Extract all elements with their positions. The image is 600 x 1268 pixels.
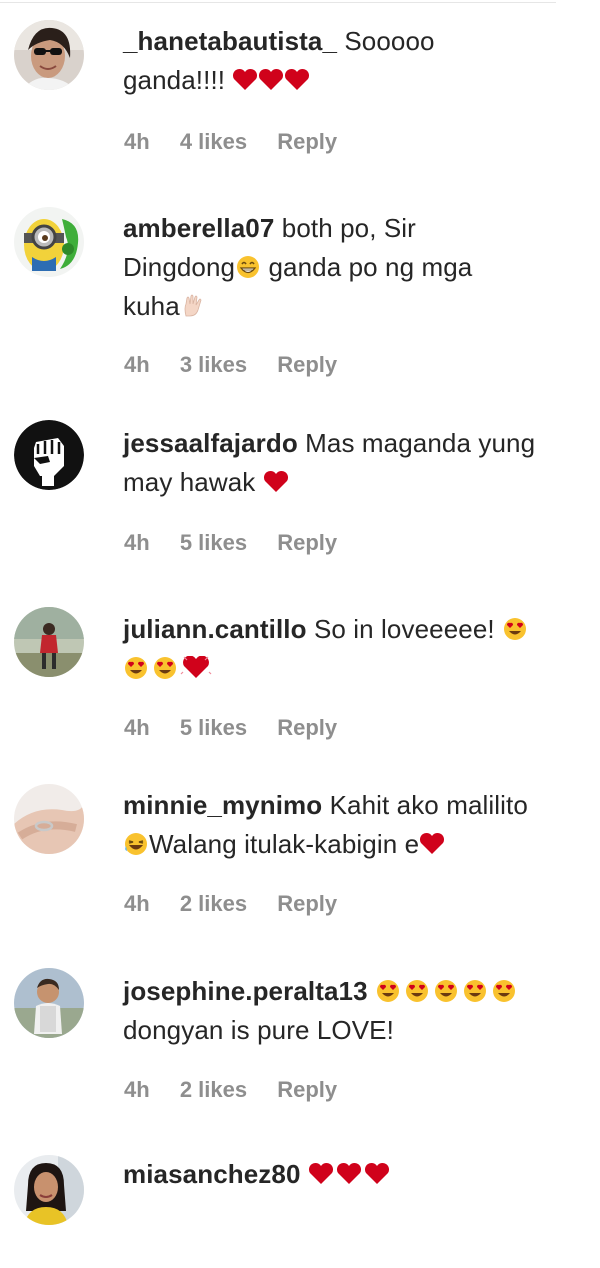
comment-text: juliann.cantillo So in loveeeee! (123, 610, 583, 688)
comment-body: both po, Sir (281, 213, 416, 243)
grinning-emoji-icon (235, 252, 261, 282)
reply-button[interactable]: Reply (277, 1077, 337, 1102)
comment-likes[interactable]: 3 likes (180, 352, 247, 377)
avatar[interactable] (14, 207, 84, 277)
comment-likes[interactable]: 5 likes (180, 530, 247, 555)
comment-body-line2: ganda!!!! (123, 65, 226, 95)
comment-time: 4h (124, 530, 150, 555)
avatar[interactable] (14, 1155, 84, 1225)
heart-eyes-emoji-icon (502, 614, 528, 644)
comment-meta: 4h 3 likes Reply (124, 350, 361, 380)
heart-emoji-icon (232, 65, 310, 95)
divider (0, 2, 556, 3)
comment-text: amberella07 both po, Sir Dingdong ganda … (123, 209, 583, 326)
comment-body: Sooooo (344, 26, 435, 56)
reply-button[interactable]: Reply (277, 891, 337, 916)
avatar[interactable] (14, 968, 84, 1038)
heart-eyes-emoji-icon (123, 653, 213, 683)
comment-username[interactable]: miasanchez80 (123, 1159, 301, 1189)
comment-likes[interactable]: 2 likes (180, 1077, 247, 1102)
laughing-emoji-icon (123, 829, 149, 859)
comment-text: jessaalfajardo Mas maganda yung may hawa… (123, 424, 583, 502)
comment-meta: 4h 5 likes Reply (124, 528, 361, 558)
avatar[interactable] (14, 420, 84, 490)
comment-body-line2: Dingdong (123, 252, 236, 282)
avatar[interactable] (14, 20, 84, 90)
comment-body: So in loveeeee! (313, 614, 495, 644)
comment-time: 4h (124, 352, 150, 377)
comment-likes[interactable]: 4 likes (180, 129, 247, 154)
comment-body-line2: may hawak (123, 467, 256, 497)
comment-time: 4h (124, 1077, 150, 1102)
comment-username[interactable]: jessaalfajardo (123, 428, 298, 458)
comment-meta: 4h 5 likes Reply (124, 713, 361, 743)
comment-time: 4h (124, 715, 150, 740)
comment-text: minnie_mynimo Kahit ako malilito Walang … (123, 786, 583, 864)
comment-username[interactable]: amberella07 (123, 213, 274, 243)
comment-likes[interactable]: 5 likes (180, 715, 247, 740)
comment-text: _hanetabautista_ Sooooo ganda!!!! (123, 22, 583, 100)
comment-time: 4h (124, 891, 150, 916)
comment-meta: 4h 2 likes Reply (124, 889, 361, 919)
comment-text: josephine.peralta13 dongyan is pure LOVE… (123, 972, 583, 1050)
comment-meta: 4h 4 likes Reply (124, 127, 361, 157)
reply-button[interactable]: Reply (277, 530, 337, 555)
comment-body-line2-after: ganda po ng mga (268, 252, 473, 282)
comment-text: miasanchez80 (123, 1155, 583, 1194)
comment-time: 4h (124, 129, 150, 154)
comment-body: Mas maganda yung (305, 428, 536, 458)
reply-button[interactable]: Reply (277, 352, 337, 377)
comment-username[interactable]: josephine.peralta13 (123, 976, 368, 1006)
comment-body-line2: dongyan is pure LOVE! (123, 1015, 394, 1045)
avatar[interactable] (14, 784, 84, 854)
comment-username[interactable]: juliann.cantillo (123, 614, 307, 644)
heart-emoji-icon (308, 1159, 392, 1189)
heart-eyes-emoji-icon (375, 976, 525, 1006)
comment-body: Kahit ako malilito (329, 790, 528, 820)
reply-button[interactable]: Reply (277, 129, 337, 154)
comment-body-line3: kuha (123, 291, 180, 321)
comment-meta: 4h 2 likes Reply (124, 1075, 361, 1105)
reply-button[interactable]: Reply (277, 715, 337, 740)
comment-body-line2: Walang itulak-kabigin e (149, 829, 420, 859)
raised-hand-emoji-icon (180, 291, 206, 321)
heart-emoji-icon (263, 467, 289, 497)
comment-likes[interactable]: 2 likes (180, 891, 247, 916)
comment-username[interactable]: minnie_mynimo (123, 790, 322, 820)
heart-emoji-icon (419, 829, 445, 859)
avatar[interactable] (14, 607, 84, 677)
comment-username[interactable]: _hanetabautista_ (123, 26, 337, 56)
